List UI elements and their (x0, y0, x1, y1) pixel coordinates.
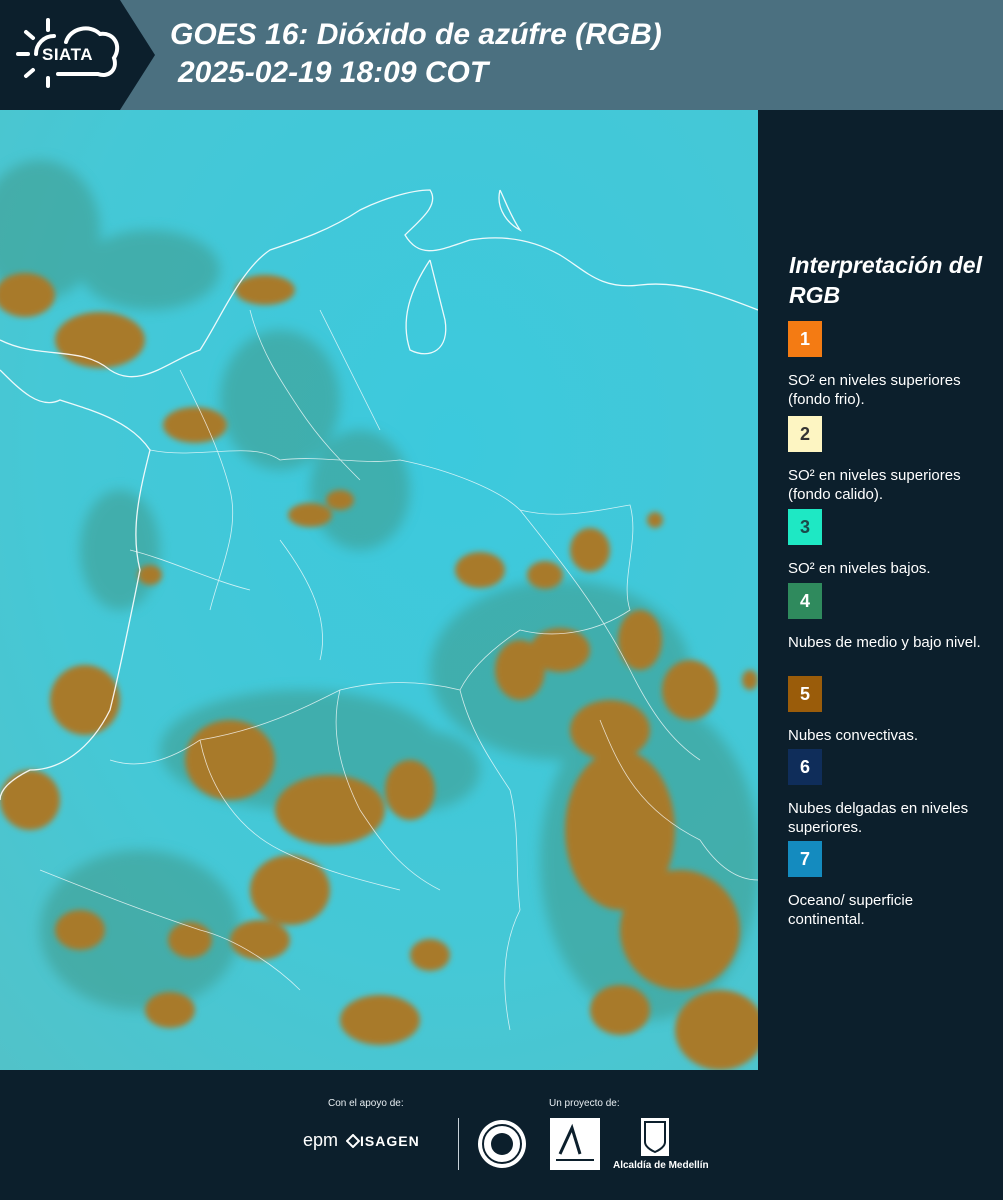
legend-text-7: Oceano/ superficie continental. (788, 892, 914, 928)
legend-text-6: Nubes delgadas en niveles superiores. (788, 800, 969, 836)
legend-swatch-6: 6 (788, 749, 822, 785)
satellite-map[interactable] (0, 110, 758, 1070)
legend-title: Interpretación del RGB (789, 252, 982, 308)
legend-swatch-2: 2 (788, 416, 822, 452)
title-datetime: 2025-02-19 18:09 COT (178, 56, 489, 89)
project-label: Un proyecto de: (549, 1098, 620, 1109)
legend-item-2: 2 SO² en niveles superiores (fondo calid… (788, 416, 988, 504)
title-product: GOES 16: Dióxido de azúfre (RGB) (170, 18, 662, 51)
alcaldia-shield-icon (641, 1118, 669, 1156)
legend-swatch-3: 3 (788, 509, 822, 545)
alcaldia-text: Alcaldía de Medellín (613, 1160, 709, 1171)
legend-item-4: 4 Nubes de medio y bajo nivel. (788, 583, 988, 652)
legend-text-2: SO² en niveles superiores (fondo calido)… (788, 467, 961, 503)
legend-swatch-1: 1 (788, 321, 822, 357)
legend-item-5: 5 Nubes convectivas. (788, 676, 988, 745)
legend-item-6: 6 Nubes delgadas en niveles superiores. (788, 749, 988, 837)
legend-item-3: 3 SO² en niveles bajos. (788, 509, 988, 578)
legend-swatch-7: 7 (788, 841, 822, 877)
legend-text-5: Nubes convectivas. (788, 727, 919, 744)
legend-text-4: Nubes de medio y bajo nivel. (788, 634, 981, 651)
legend-text-1: SO² en niveles superiores (fondo frio). (788, 372, 961, 408)
legend-item-1: 1 SO² en niveles superiores (fondo frio)… (788, 321, 988, 409)
logo-text: SIATA (42, 45, 93, 64)
isagen-logo: ISAGEN (360, 1133, 420, 1149)
map-image (0, 110, 758, 1070)
medellin-seal-icon (478, 1120, 526, 1168)
legend-text-3: SO² en niveles bajos. (788, 560, 931, 577)
legend-swatch-5: 5 (788, 676, 822, 712)
footer-divider (458, 1118, 459, 1170)
area-metropolitana-logo-icon (550, 1118, 600, 1170)
isagen-mark-icon (346, 1134, 360, 1148)
footer: Con el apoyo de: Un proyecto de: epm ISA… (0, 1070, 1003, 1200)
page-title: GOES 16: Dióxido de azúfre (RGB) 2025-02… (170, 16, 662, 92)
epm-logo: epm (303, 1130, 339, 1150)
legend-item-7: 7 Oceano/ superficie continental. (788, 841, 988, 929)
support-label: Con el apoyo de: (328, 1098, 404, 1109)
legend-swatch-4: 4 (788, 583, 822, 619)
